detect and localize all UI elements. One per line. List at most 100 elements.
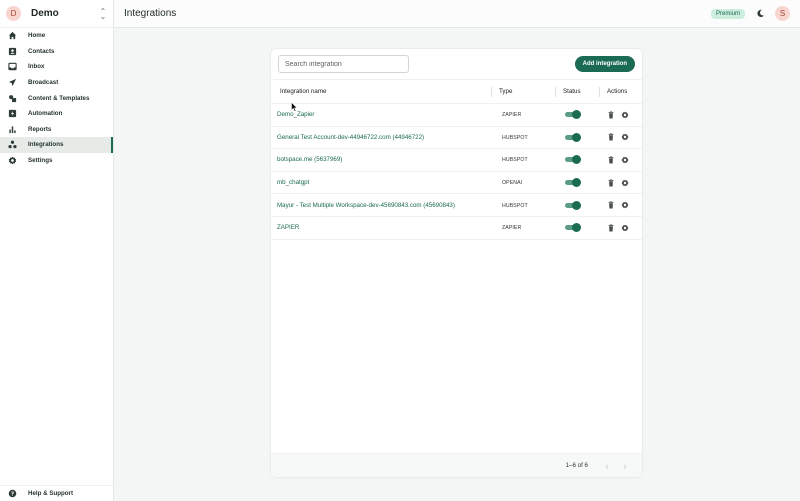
- sidebar-item-inbox[interactable]: Inbox: [0, 59, 113, 75]
- chevron-up-down-icon[interactable]: ⌃ ⌄: [99, 7, 107, 20]
- dark-mode-toggle[interactable]: [755, 9, 765, 19]
- delete-button[interactable]: [607, 111, 615, 119]
- sidebar-item-label: Contacts: [28, 47, 55, 55]
- sidebar-nav: Home Contacts Inbox Broadcast Content & …: [0, 28, 113, 168]
- sidebar-item-broadcast[interactable]: Broadcast: [0, 75, 113, 91]
- integration-name-link[interactable]: General Test Account-dev-44946722.com (4…: [277, 134, 424, 141]
- integration-status-cell: [556, 103, 600, 127]
- trash-icon: [608, 224, 614, 232]
- pagination-range: 1–6 of 6: [565, 462, 588, 469]
- delete-button[interactable]: [607, 156, 615, 164]
- integration-type-cell: ZAPIER: [492, 103, 556, 127]
- status-toggle[interactable]: [565, 178, 581, 188]
- settings-button[interactable]: [621, 111, 629, 119]
- integration-actions-cell: [600, 193, 642, 217]
- sidebar-item-home[interactable]: Home: [0, 28, 113, 44]
- integration-type: HUBSPOT: [502, 202, 528, 209]
- status-toggle[interactable]: [565, 155, 581, 165]
- table-row: General Test Account-dev-44946722.com (4…: [271, 126, 642, 150]
- mouse-cursor-icon: [291, 102, 298, 112]
- integration-name-cell: ZAPIER: [271, 216, 492, 240]
- add-integration-button[interactable]: Add integration: [574, 56, 635, 72]
- sidebar-item-label: Settings: [28, 157, 53, 165]
- table-row: Mayur - Test Multiple Workspace-dev-4569…: [271, 193, 642, 217]
- delete-button[interactable]: [607, 133, 615, 141]
- sidebar-item-content-templates[interactable]: Content & Templates: [0, 90, 113, 106]
- column-header-actions: Actions: [600, 79, 642, 104]
- status-toggle[interactable]: [565, 223, 581, 233]
- svg-text:?: ?: [11, 491, 14, 497]
- integration-status-cell: [556, 216, 600, 240]
- integration-name-link[interactable]: Mayur - Test Multiple Workspace-dev-4569…: [277, 202, 455, 209]
- integration-type-cell: ZAPIER: [492, 216, 556, 240]
- delete-button[interactable]: [607, 224, 615, 232]
- integration-type: HUBSPOT: [502, 157, 528, 164]
- integration-name-link[interactable]: ZAPIER: [277, 224, 299, 231]
- sidebar-item-label: Content & Templates: [28, 94, 90, 102]
- settings-button[interactable]: [621, 201, 629, 209]
- status-toggle[interactable]: [565, 110, 581, 120]
- integration-status-cell: [556, 171, 600, 195]
- inbox-icon: [8, 62, 17, 71]
- sidebar-item-reports[interactable]: Reports: [0, 122, 113, 138]
- settings-button[interactable]: [621, 179, 629, 187]
- table-header-row: Integration name Type Status Actions: [271, 79, 642, 104]
- integration-name-link[interactable]: Demo_Zapier: [277, 111, 315, 118]
- sidebar: D Demo ⌃ ⌄ Home Contacts Inbox Broadcast …: [0, 0, 114, 501]
- status-toggle[interactable]: [565, 200, 581, 210]
- templates-icon: [8, 94, 17, 103]
- sidebar-item-automation[interactable]: Automation: [0, 106, 113, 122]
- gear-icon: [621, 179, 629, 186]
- settings-button[interactable]: [621, 133, 629, 141]
- help-support-link[interactable]: ? Help & Support: [0, 485, 113, 501]
- integration-type-cell: HUBSPOT: [492, 148, 556, 172]
- integration-name-cell: Demo_Zapier: [271, 103, 492, 127]
- automation-icon: [8, 109, 17, 118]
- send-icon: [8, 78, 17, 87]
- workspace-switcher[interactable]: D Demo ⌃ ⌄: [0, 0, 113, 28]
- column-header-status[interactable]: Status: [556, 79, 600, 104]
- integrations-table: Integration name Type Status Actions Dem…: [271, 79, 642, 240]
- search-input[interactable]: [278, 55, 409, 73]
- table-row: mb_chatgpt OPENAI: [271, 171, 642, 195]
- user-avatar[interactable]: S: [775, 6, 790, 21]
- delete-button[interactable]: [607, 201, 615, 209]
- help-icon: ?: [8, 489, 17, 498]
- status-toggle[interactable]: [565, 132, 581, 142]
- gear-icon: [621, 134, 629, 141]
- sidebar-item-settings[interactable]: Settings: [0, 153, 113, 169]
- gear-icon: [621, 156, 629, 164]
- integration-type: ZAPIER: [502, 225, 522, 232]
- integration-status-cell: [556, 126, 600, 150]
- integration-actions-cell: [600, 148, 642, 172]
- trash-icon: [608, 178, 614, 187]
- delete-button[interactable]: [607, 178, 615, 187]
- card-toolbar: Add integration: [271, 49, 642, 79]
- page-title: Integrations: [124, 8, 177, 19]
- help-support-label: Help & Support: [28, 490, 74, 497]
- settings-button[interactable]: [621, 156, 629, 164]
- reports-icon: [8, 125, 17, 134]
- sidebar-item-contacts[interactable]: Contacts: [0, 44, 113, 60]
- next-page-button[interactable]: ›: [620, 461, 630, 471]
- integration-type: ZAPIER: [502, 112, 522, 119]
- trash-icon: [608, 111, 614, 119]
- sidebar-item-label: Reports: [28, 125, 52, 133]
- integration-name-link[interactable]: botspace.me (5637969): [277, 156, 342, 163]
- gear-icon: [621, 111, 629, 119]
- integration-status-cell: [556, 148, 600, 172]
- integration-name-link[interactable]: mb_chatgpt: [277, 179, 309, 186]
- sidebar-item-label: Automation: [28, 110, 63, 118]
- integration-type-cell: HUBSPOT: [492, 126, 556, 150]
- prev-page-button[interactable]: ‹: [602, 461, 612, 471]
- integration-type-cell: OPENAI: [492, 171, 556, 195]
- column-header-type[interactable]: Type: [492, 79, 556, 104]
- sidebar-item-integrations[interactable]: Integrations: [0, 137, 113, 153]
- column-header-name[interactable]: Integration name: [271, 79, 492, 104]
- integration-name-cell: mb_chatgpt: [271, 171, 492, 195]
- table-row: Demo_Zapier ZAPIER: [271, 103, 642, 127]
- workspace-name: Demo: [31, 8, 59, 19]
- sidebar-item-label: Broadcast: [28, 79, 59, 87]
- integration-name-cell: General Test Account-dev-44946722.com (4…: [271, 126, 492, 150]
- settings-button[interactable]: [621, 224, 629, 232]
